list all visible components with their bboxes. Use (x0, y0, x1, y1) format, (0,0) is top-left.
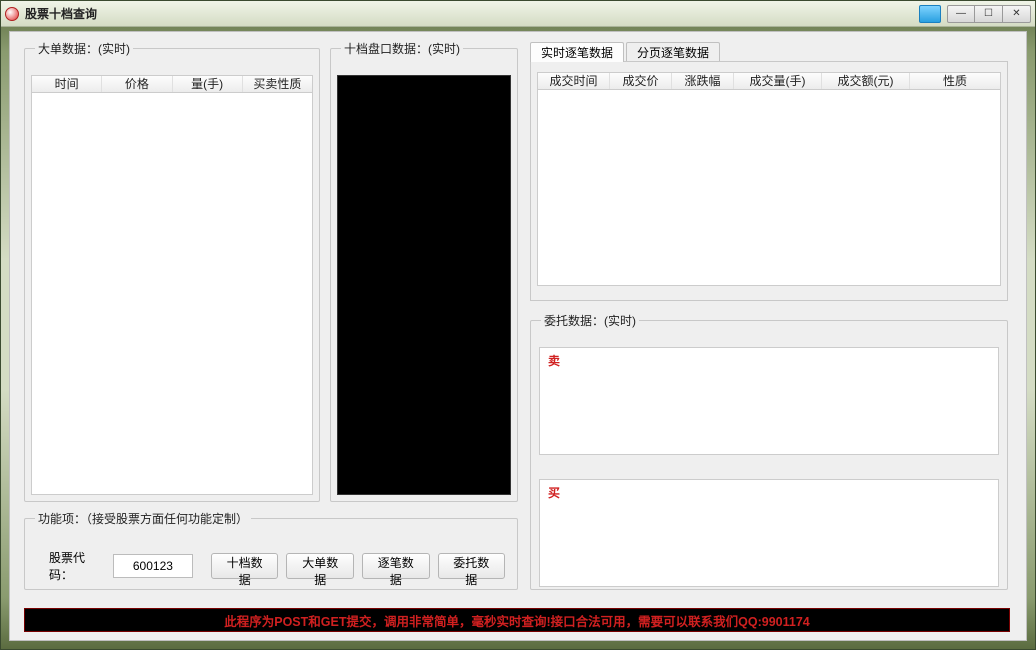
col-deal-amount[interactable]: 成交额(元) (822, 73, 910, 89)
delegate-data-button[interactable]: 委托数据 (438, 553, 506, 579)
ten-level-panel[interactable] (337, 75, 511, 495)
tab-realtime-tick[interactable]: 实时逐笔数据 (530, 42, 624, 62)
stock-code-label: 股票代码： (49, 549, 101, 583)
close-button[interactable]: ✕ (1003, 5, 1031, 23)
tick-panel: 成交时间 成交价 涨跌幅 成交量(手) 成交额(元) 性质 (530, 61, 1008, 301)
ten-level-group: 十档盘口数据：(实时) (330, 40, 518, 502)
tick-list[interactable] (537, 90, 1001, 286)
tick-data-button[interactable]: 逐笔数据 (362, 553, 430, 579)
delegate-legend: 委托数据：(实时) (541, 312, 639, 329)
big-order-list[interactable] (31, 93, 313, 495)
function-legend: 功能项：（接受股票方面任何功能定制） (35, 510, 251, 527)
col-deal-nature[interactable]: 性质 (910, 73, 1000, 89)
delegate-group: 委托数据：(实时) 卖 买 (530, 312, 1008, 590)
ten-data-button[interactable]: 十档数据 (211, 553, 279, 579)
big-data-button[interactable]: 大单数据 (286, 553, 354, 579)
help-button[interactable] (919, 5, 941, 23)
col-deal-volume[interactable]: 成交量(手) (734, 73, 822, 89)
tab-paged-tick[interactable]: 分页逐笔数据 (626, 42, 720, 62)
titlebar: 股票十档查询 — ☐ ✕ (1, 1, 1035, 27)
col-change-pct[interactable]: 涨跌幅 (672, 73, 734, 89)
big-order-group: 大单数据：(实时) 时间 价格 量(手) 买卖性质 (24, 40, 320, 502)
buy-label: 买 (540, 480, 998, 505)
col-time[interactable]: 时间 (32, 76, 102, 92)
window-title: 股票十档查询 (25, 5, 97, 22)
delegate-buy-panel[interactable]: 买 (539, 479, 999, 587)
big-order-legend: 大单数据：(实时) (35, 40, 133, 57)
tick-header: 成交时间 成交价 涨跌幅 成交量(手) 成交额(元) 性质 (537, 72, 1001, 90)
col-nature[interactable]: 买卖性质 (243, 76, 312, 92)
sell-label: 卖 (540, 348, 998, 373)
footer-banner: 此程序为POST和GET提交，调用非常简单，毫秒实时查询!接口合法可用，需要可以… (24, 608, 1010, 632)
ten-level-legend: 十档盘口数据：(实时) (341, 40, 463, 57)
minimize-button[interactable]: — (947, 5, 975, 23)
col-price[interactable]: 价格 (102, 76, 172, 92)
stock-code-input[interactable] (113, 554, 193, 578)
function-group: 功能项：（接受股票方面任何功能定制） 股票代码： 十档数据 大单数据 逐笔数据 … (24, 510, 518, 590)
delegate-sell-panel[interactable]: 卖 (539, 347, 999, 455)
col-deal-price[interactable]: 成交价 (610, 73, 672, 89)
app-icon (5, 7, 19, 21)
col-deal-time[interactable]: 成交时间 (538, 73, 610, 89)
tick-tabs: 实时逐笔数据 分页逐笔数据 (530, 42, 1010, 62)
maximize-button[interactable]: ☐ (975, 5, 1003, 23)
big-order-header: 时间 价格 量(手) 买卖性质 (31, 75, 313, 93)
col-volume[interactable]: 量(手) (173, 76, 243, 92)
